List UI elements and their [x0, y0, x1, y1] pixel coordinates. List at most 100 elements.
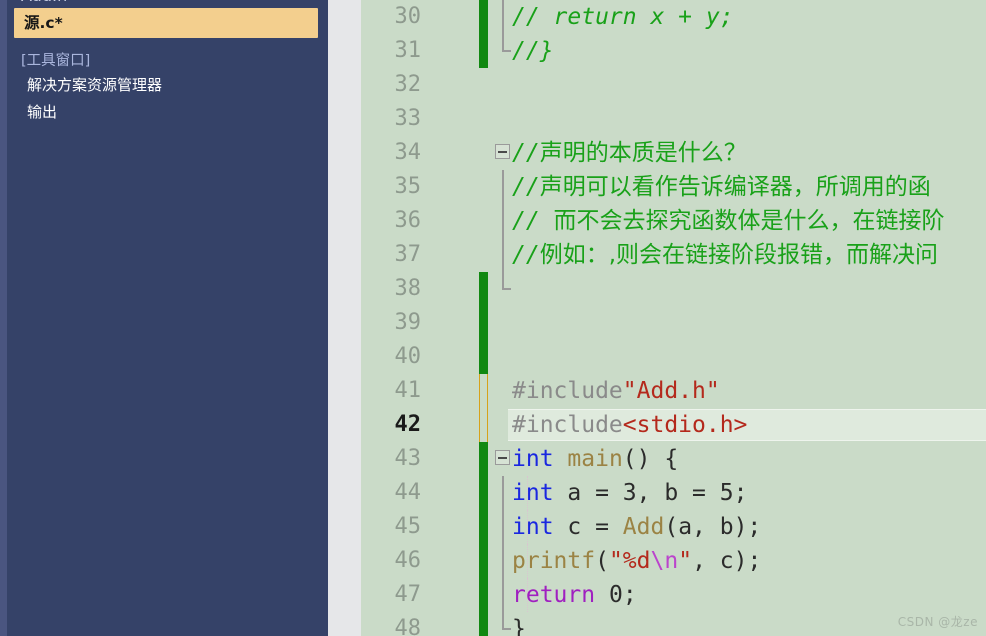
code-line[interactable]: 39 — [361, 306, 986, 340]
line-number: 45 — [394, 514, 422, 539]
code-editor[interactable]: 30// return x + y; 31 //} 32 33 34//声明的本质是什么？… — [361, 0, 986, 636]
fold-guide-line-end — [502, 272, 511, 290]
code-token-fn: Add — [622, 514, 665, 540]
code-line-text: #include"Add.h" — [512, 374, 720, 408]
collapse-minus-icon[interactable] — [495, 450, 510, 465]
code-token-comment-cjk: 例如：,则会在链接阶段报错，而解决问 — [539, 242, 939, 268]
line-number: 44 — [394, 480, 422, 505]
code-line[interactable]: 47 return 0; — [361, 578, 986, 612]
change-marker-bar — [479, 476, 488, 510]
tool-window-item-solution-explorer[interactable]: 解决方案资源管理器 — [7, 72, 328, 99]
code-line[interactable]: 40 — [361, 340, 986, 374]
code-token-comment: // — [512, 242, 540, 268]
code-line[interactable]: 48} — [361, 612, 986, 636]
code-line-text: //} — [512, 34, 554, 68]
code-token-fn: printf — [512, 548, 596, 574]
fold-guide-line — [502, 0, 504, 34]
change-marker-bar — [479, 170, 488, 204]
code-token-comment-cjk: 声明可以看作告诉编译器，所调用的函 — [539, 174, 931, 200]
code-line[interactable]: 42 #include<stdio.h> — [361, 408, 986, 442]
code-line[interactable]: 33 — [361, 102, 986, 136]
code-token-plain: ( — [595, 548, 609, 574]
code-token-plain: a = — [553, 480, 623, 506]
line-number: 48 — [394, 616, 422, 636]
change-marker-bar — [479, 238, 488, 272]
fold-guide-line — [502, 204, 504, 238]
code-line[interactable]: 30 // return x + y; — [361, 0, 986, 34]
line-number: 47 — [394, 582, 422, 607]
line-number: 31 — [394, 38, 422, 63]
code-line-text: //例如：,则会在链接阶段报错，而解决问 — [512, 238, 938, 272]
change-marker-bar — [479, 0, 488, 34]
code-token-str: "Add.h" — [622, 378, 720, 404]
code-line-text: // return x + y; — [512, 0, 734, 34]
change-marker-bar — [479, 578, 488, 612]
code-token-plain: ; — [733, 480, 748, 506]
code-token-comment: // — [512, 208, 554, 234]
change-marker-bar — [479, 408, 488, 442]
code-line-text: //声明可以看作告诉编译器，所调用的函 — [512, 170, 931, 204]
fold-guide-line-end — [502, 34, 511, 52]
code-line[interactable]: 35 //声明可以看作告诉编译器，所调用的函 — [361, 170, 986, 204]
line-number: 34 — [394, 140, 422, 165]
change-marker-bar — [479, 612, 488, 636]
code-token-plain: , b = — [636, 480, 720, 506]
line-number: 46 — [394, 548, 422, 573]
code-line[interactable]: 36 // 而不会去探究函数体是什么，在链接阶 — [361, 204, 986, 238]
code-line[interactable]: 38 — [361, 272, 986, 306]
code-line-text: int c = Add(a, b); — [512, 510, 761, 544]
code-token-punct: () { — [622, 446, 679, 472]
active-documents-list: Add.h 源.c* — [7, 0, 328, 38]
fold-zone[interactable] — [492, 306, 516, 340]
code-token-comment: // return x + y; — [512, 4, 734, 30]
code-token-plain: } — [512, 616, 526, 636]
document-item-add-h[interactable]: Add.h — [7, 0, 328, 8]
tool-windows-list: 解决方案资源管理器 输出 — [7, 72, 328, 126]
fold-guide-line — [502, 170, 504, 204]
fold-zone[interactable] — [492, 272, 516, 306]
code-line[interactable]: 45 int c = Add(a, b); — [361, 510, 986, 544]
code-token-comment: //} — [512, 38, 554, 64]
code-line[interactable]: 32 — [361, 68, 986, 102]
fold-guide-line — [502, 510, 504, 544]
code-line-text: int main() { — [512, 442, 678, 476]
code-line[interactable]: 37 //例如：,则会在链接阶段报错，而解决问 — [361, 238, 986, 272]
line-number: 33 — [394, 106, 422, 131]
window-switcher-panel: Add.h 源.c* [工具窗口] 解决方案资源管理器 输出 — [7, 0, 328, 636]
code-line-text: return 0; — [512, 578, 637, 612]
code-line[interactable]: 41 #include"Add.h" — [361, 374, 986, 408]
code-token-kw: int — [512, 514, 554, 540]
code-token-plain: c = — [553, 514, 623, 540]
code-line[interactable]: 31 //} — [361, 34, 986, 68]
code-token-pp: #include — [512, 378, 623, 404]
document-item-source-c-selected[interactable]: 源.c* — [14, 8, 318, 38]
line-number: 42 — [394, 412, 422, 437]
line-number: 35 — [394, 174, 422, 199]
code-token-plain: , c); — [692, 548, 762, 574]
change-marker-bar — [479, 340, 488, 374]
code-token-fn: main — [567, 446, 623, 472]
code-line-text: } — [512, 612, 526, 636]
code-token-num: 5 — [719, 480, 734, 506]
fold-zone[interactable] — [492, 68, 516, 102]
fold-zone[interactable] — [492, 340, 516, 374]
change-marker-bar — [479, 306, 488, 340]
fold-zone[interactable] — [492, 102, 516, 136]
code-token-str: " — [678, 548, 693, 574]
code-token-str: "%d — [608, 548, 651, 574]
change-marker-bar — [479, 442, 488, 476]
code-line[interactable]: 43 int main() { — [361, 442, 986, 476]
code-line[interactable]: 46 printf("%d\n", c); — [361, 544, 986, 578]
code-lines-container: 30// return x + y; 31 //} 32 33 34//声明的本质是什么？… — [361, 0, 986, 636]
csdn-watermark: CSDN @龙ze — [897, 615, 978, 629]
tool-window-item-output[interactable]: 输出 — [7, 99, 328, 126]
fold-guide-line — [502, 238, 504, 272]
change-marker-bar — [479, 102, 488, 136]
code-line[interactable]: 44 int a = 3, b = 5; — [361, 476, 986, 510]
code-line[interactable]: 34 //声明的本质是什么？ — [361, 136, 986, 170]
code-token-kw: int — [512, 446, 554, 472]
code-token-plain: ; — [622, 582, 637, 608]
line-number: 37 — [394, 242, 422, 267]
collapse-minus-icon[interactable] — [495, 144, 510, 159]
